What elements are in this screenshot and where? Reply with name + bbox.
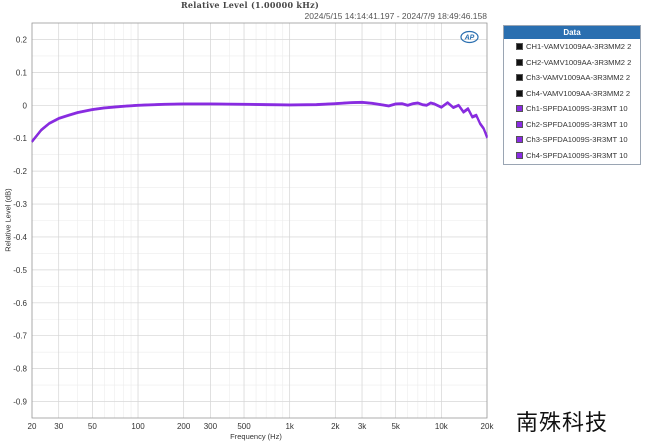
- y-tick-label: -0.4: [13, 233, 27, 242]
- x-tick-label: 30: [54, 422, 63, 431]
- y-tick-label: -0.6: [13, 299, 27, 308]
- y-tick-label: -0.9: [13, 398, 27, 407]
- legend-swatch: [516, 74, 523, 82]
- x-tick-label: 1k: [285, 422, 294, 431]
- x-tick-label: 200: [177, 422, 191, 431]
- legend-swatch: [516, 58, 523, 66]
- y-tick-label: -0.1: [13, 134, 27, 143]
- legend-label: CH1-VAMV1009AA-3R3MM2 2: [526, 42, 632, 52]
- y-tick-label: -0.5: [13, 266, 27, 275]
- x-tick-label: 20: [28, 422, 37, 431]
- legend-label: CH2-VAMV1009AA-3R3MM2 2: [526, 57, 632, 67]
- legend-swatch: [516, 43, 523, 51]
- y-tick-label: -0.8: [13, 365, 27, 374]
- x-tick-label: 10k: [435, 422, 449, 431]
- x-tick-label: 100: [131, 422, 145, 431]
- y-tick-label: 0: [23, 101, 28, 110]
- legend-item[interactable]: CH1-VAMV1009AA-3R3MM2 2: [504, 39, 640, 55]
- legend-item[interactable]: Ch4-VAMV1009AA-3R3MM2 2: [504, 86, 640, 102]
- ap-logo-icon: AP: [460, 30, 479, 44]
- x-tick-label: 3k: [358, 422, 367, 431]
- legend-item[interactable]: Ch4-SPFDA1009S-3R3MT 10: [504, 148, 640, 164]
- legend-label: Ch4-SPFDA1009S-3R3MT 10: [526, 150, 628, 160]
- legend-swatch: [516, 151, 523, 159]
- x-tick-label: 5k: [391, 422, 400, 431]
- y-tick-label: 0.2: [16, 35, 28, 44]
- x-tick-label: 500: [237, 422, 251, 431]
- x-tick-label: 300: [204, 422, 218, 431]
- x-axis-label: Frequency (Hz): [230, 432, 282, 441]
- x-tick-label: 20k: [481, 422, 495, 431]
- legend-item[interactable]: Ch1-SPFDA1009S-3R3MT 10: [504, 101, 640, 117]
- legend-item[interactable]: Ch3-VAMV1009AA-3R3MM2 2: [504, 70, 640, 86]
- x-tick-label: 50: [88, 422, 97, 431]
- y-tick-label: -0.2: [13, 167, 27, 176]
- legend-label: Ch4-VAMV1009AA-3R3MM2 2: [526, 88, 631, 98]
- legend-item[interactable]: CH2-VAMV1009AA-3R3MM2 2: [504, 55, 640, 71]
- legend-swatch: [516, 89, 523, 97]
- legend-header: Data: [504, 26, 640, 39]
- x-tick-label: 2k: [331, 422, 340, 431]
- legend-swatch: [516, 136, 523, 144]
- legend-label: Ch3-SPFDA1009S-3R3MT 10: [526, 135, 628, 145]
- legend-label: Ch3-VAMV1009AA-3R3MM2 2: [526, 73, 631, 83]
- y-tick-label: -0.7: [13, 332, 27, 341]
- legend-list: CH1-VAMV1009AA-3R3MM2 2 CH2-VAMV1009AA-3R…: [504, 39, 640, 163]
- watermark: 南殊科技: [516, 411, 609, 436]
- legend-swatch: [516, 120, 523, 128]
- legend-swatch: [516, 105, 523, 113]
- legend-item[interactable]: Ch3-SPFDA1009S-3R3MT 10: [504, 132, 640, 148]
- ap-logo-text: AP: [464, 35, 475, 42]
- y-axis-label: Relative Level (dB): [3, 188, 13, 252]
- legend-panel: Data CH1-VAMV1009AA-3R3MM2 2 CH2-VAMV1009…: [503, 25, 641, 165]
- y-tick-label: -0.3: [13, 200, 27, 209]
- legend-item[interactable]: Ch2-SPFDA1009S-3R3MT 10: [504, 117, 640, 133]
- legend-label: Ch2-SPFDA1009S-3R3MT 10: [526, 119, 628, 129]
- legend-label: Ch1-SPFDA1009S-3R3MT 10: [526, 104, 628, 114]
- y-tick-label: 0.1: [16, 68, 28, 77]
